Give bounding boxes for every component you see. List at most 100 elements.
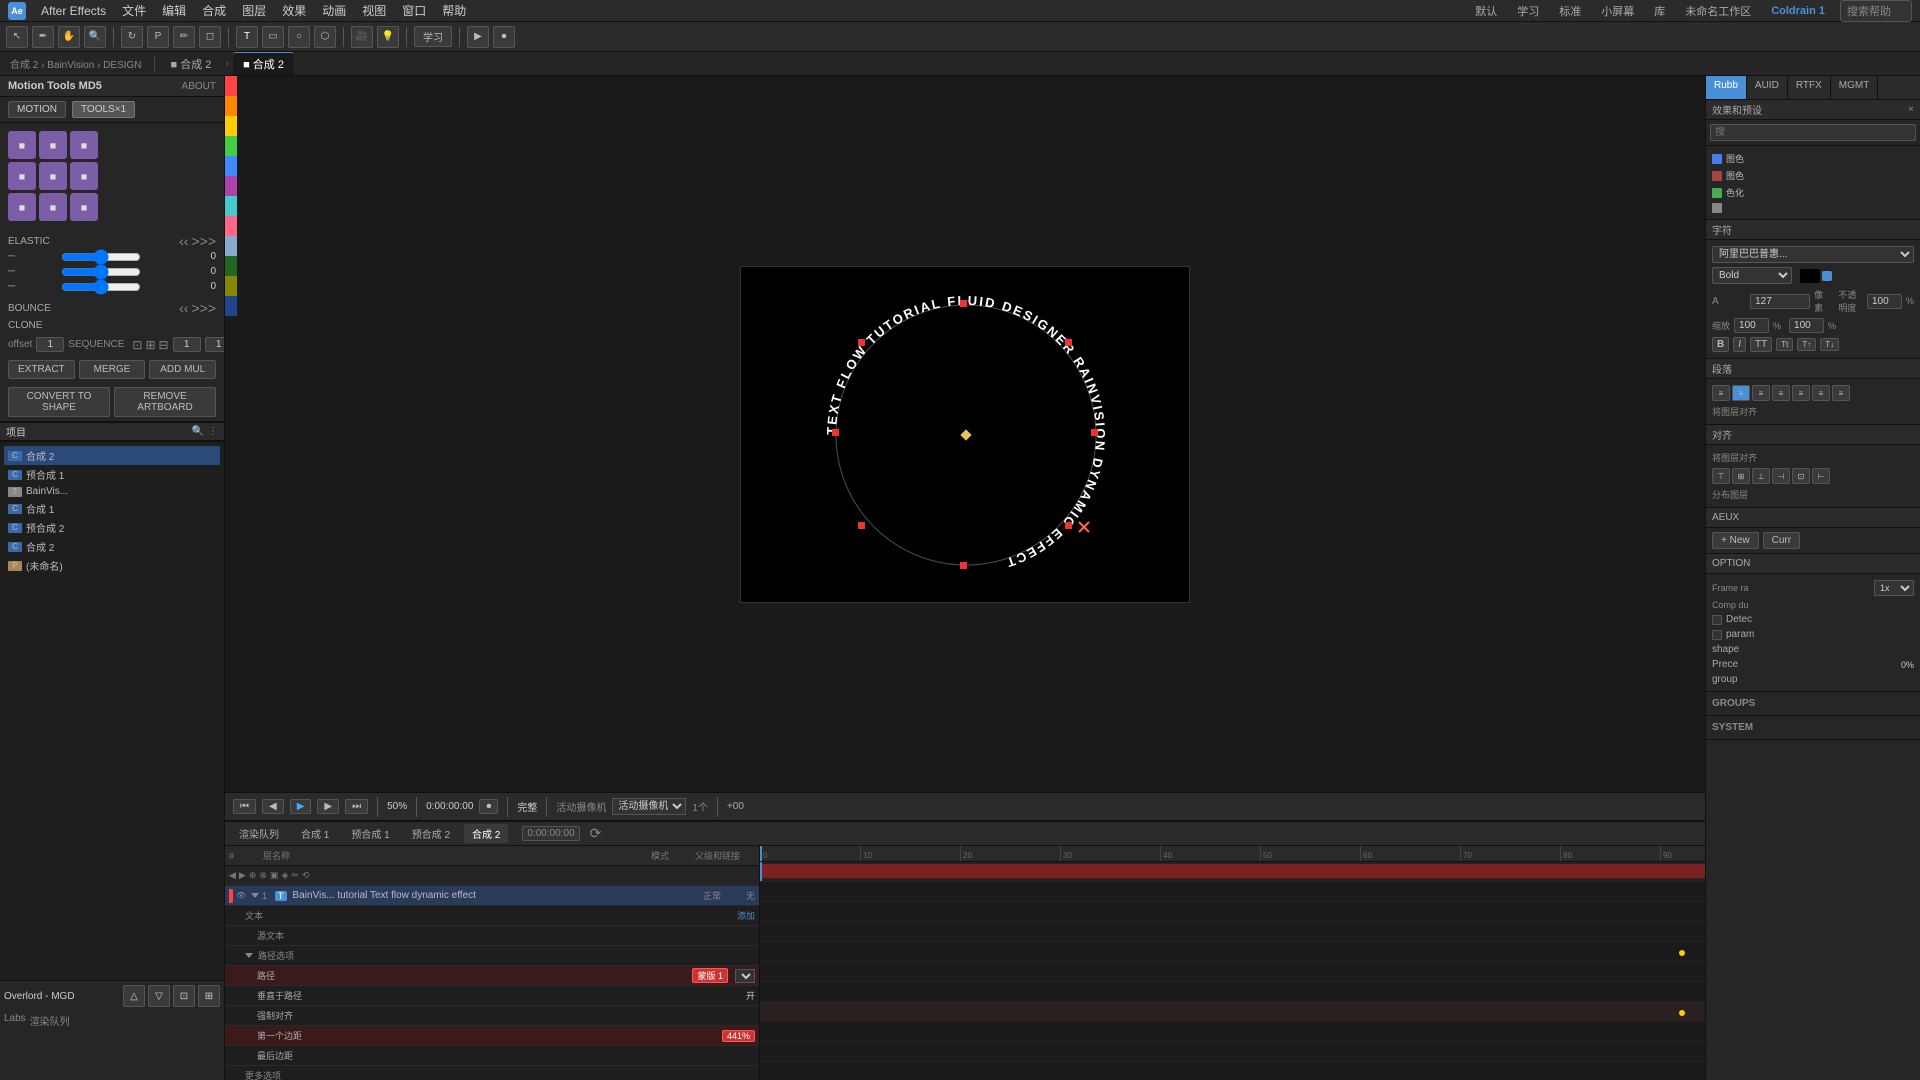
- center-anchor[interactable]: [960, 429, 971, 440]
- scale-x-input[interactable]: [1734, 318, 1769, 333]
- extract-btn[interactable]: EXTRACT: [8, 360, 75, 379]
- layer-force-align[interactable]: 强制对齐: [225, 1006, 759, 1026]
- ctrl-point-br[interactable]: [1065, 522, 1072, 529]
- layer-expand-1[interactable]: [251, 893, 259, 898]
- mg-btn-7[interactable]: ◼: [8, 193, 36, 221]
- camera-select[interactable]: 活动摄像机: [612, 798, 686, 815]
- sub-btn[interactable]: T↓: [1820, 338, 1839, 351]
- brush-tool[interactable]: ✏: [173, 26, 195, 48]
- tab-comp2-active[interactable]: ■ 合成 2: [233, 52, 294, 75]
- tl-ctrl-btn2[interactable]: ▶: [239, 870, 246, 881]
- first-margin-val[interactable]: 441%: [722, 1030, 755, 1042]
- rt-tab-mgmt[interactable]: MGMT: [1831, 76, 1879, 99]
- workspace-library[interactable]: 库: [1649, 1, 1670, 21]
- color-darkgreen[interactable]: [225, 256, 237, 276]
- aeux-new-btn[interactable]: + New: [1712, 532, 1759, 549]
- elastic-left-btn[interactable]: ‹‹: [179, 233, 188, 249]
- layer-more-options[interactable]: 更多选项: [225, 1066, 759, 1080]
- path-options-expand[interactable]: [245, 953, 253, 958]
- ov-btn-paste[interactable]: ⊞: [198, 985, 220, 1007]
- camera-tool[interactable]: 🎥: [351, 26, 373, 48]
- menu-file[interactable]: 文件: [115, 0, 153, 21]
- convert-shape-btn[interactable]: CONVERT TO SHAPE: [8, 387, 110, 417]
- scale-y-input[interactable]: [1789, 318, 1824, 333]
- font-style-select[interactable]: Bold: [1712, 267, 1792, 284]
- seq-icon3[interactable]: ⊟: [159, 338, 169, 352]
- hand-tool[interactable]: ✋: [58, 26, 80, 48]
- seq-input2[interactable]: [205, 337, 225, 352]
- font-size-input[interactable]: [1750, 294, 1810, 309]
- remove-artboard-btn[interactable]: REMOVE ARTBOARD: [114, 387, 216, 417]
- layer-source-text[interactable]: 源文本: [225, 926, 759, 946]
- font-name-select[interactable]: 阿里巴巴普惠...: [1712, 246, 1914, 263]
- ov-btn-copy[interactable]: ⊡: [173, 985, 195, 1007]
- seq-icon1[interactable]: ⊡: [132, 338, 142, 352]
- ov-btn-triangle-down[interactable]: △: [123, 985, 145, 1007]
- tools-tab[interactable]: TOOLS×1: [72, 101, 135, 118]
- color-red[interactable]: [225, 76, 237, 96]
- track-bar-1[interactable]: [760, 864, 1705, 878]
- mg-btn-4[interactable]: ◼: [8, 162, 36, 190]
- shape-ellipse-tool[interactable]: ○: [288, 26, 310, 48]
- ctrl-point-tl[interactable]: [858, 339, 865, 346]
- mg-btn-1[interactable]: ◼: [8, 131, 36, 159]
- ctrl-point-top[interactable]: [960, 300, 967, 307]
- project-item-5[interactable]: C 合成 2: [4, 537, 220, 556]
- color-cyan[interactable]: [225, 196, 237, 216]
- preview-step-back-btn[interactable]: ◀: [262, 799, 284, 814]
- align-right-btn[interactable]: ≡: [1752, 385, 1770, 401]
- super-btn[interactable]: T↑: [1797, 338, 1816, 351]
- color-lightblue[interactable]: [225, 236, 237, 256]
- smallcaps-btn[interactable]: Tt: [1776, 338, 1793, 351]
- bold-btn[interactable]: B: [1712, 337, 1729, 352]
- seq-input1[interactable]: [173, 337, 201, 352]
- color-purple[interactable]: [225, 176, 237, 196]
- justify-center-btn[interactable]: ≡: [1792, 385, 1810, 401]
- detect-checkbox[interactable]: [1712, 615, 1722, 625]
- tl-tab-comp2[interactable]: 合成 2: [464, 824, 508, 843]
- preview-home-btn[interactable]: ⏮: [233, 799, 256, 814]
- path-select[interactable]: [735, 969, 755, 983]
- shape-poly-tool[interactable]: ⬡: [314, 26, 336, 48]
- tl-tab-render[interactable]: 渲染队列: [231, 824, 287, 843]
- tl-ctrl-btn7[interactable]: ✏: [291, 870, 299, 881]
- param-checkbox[interactable]: [1712, 630, 1722, 640]
- merge-btn[interactable]: MERGE: [79, 360, 146, 379]
- align-center-btn[interactable]: ≡: [1732, 385, 1750, 401]
- project-item-6[interactable]: P (未命名): [4, 556, 220, 575]
- align-bottom-btn[interactable]: ⊥: [1752, 468, 1770, 484]
- zoom-tool[interactable]: 🔍: [84, 26, 106, 48]
- tl-ctrl-btn3[interactable]: ⊕: [249, 870, 257, 881]
- color-pink[interactable]: [225, 216, 237, 236]
- eraser-tool[interactable]: ◻: [199, 26, 221, 48]
- align-button[interactable]: 学习: [414, 26, 452, 47]
- color-blue[interactable]: [225, 156, 237, 176]
- shape-rect-tool[interactable]: ▭: [262, 26, 284, 48]
- workspace-small[interactable]: 小屏幕: [1596, 1, 1639, 21]
- effects-search-input[interactable]: [1710, 124, 1916, 141]
- layer-path-row[interactable]: 路径 蒙版 1: [225, 966, 759, 986]
- menu-after-effects[interactable]: After Effects: [34, 2, 113, 20]
- mg-btn-8[interactable]: ◼: [39, 193, 67, 221]
- color-navy[interactable]: [225, 296, 237, 316]
- ctrl-point-bottom[interactable]: [960, 562, 967, 569]
- offset-input[interactable]: [36, 337, 64, 352]
- justify-right-btn[interactable]: ≡: [1812, 385, 1830, 401]
- workspace-custom[interactable]: 未命名工作区: [1680, 1, 1756, 21]
- rt-tab-rubb[interactable]: Rubb: [1706, 76, 1747, 99]
- color-green[interactable]: [225, 136, 237, 156]
- layer-path-options[interactable]: 路径选项: [225, 946, 759, 966]
- layer-row-1[interactable]: 👁 1 T BainVis... tutorial Text flow dyna…: [225, 886, 759, 906]
- mg-btn-3[interactable]: ◼: [70, 131, 98, 159]
- ctrl-point-left[interactable]: [832, 429, 839, 436]
- preview-end-btn[interactable]: ⏭: [345, 799, 368, 814]
- ctrl-point-bl[interactable]: [858, 522, 865, 529]
- workspace-standard[interactable]: 标准: [1554, 1, 1586, 21]
- menu-help[interactable]: 帮助: [435, 0, 473, 21]
- justify-full-btn[interactable]: ≡: [1832, 385, 1850, 401]
- align-top-btn[interactable]: ⊤: [1712, 468, 1730, 484]
- project-item-1[interactable]: C 预合成 1: [4, 465, 220, 484]
- elastic-slider3[interactable]: [61, 282, 141, 292]
- timecode-input[interactable]: 0:00:00:00: [522, 826, 579, 841]
- preview-btn[interactable]: ▶: [467, 26, 489, 48]
